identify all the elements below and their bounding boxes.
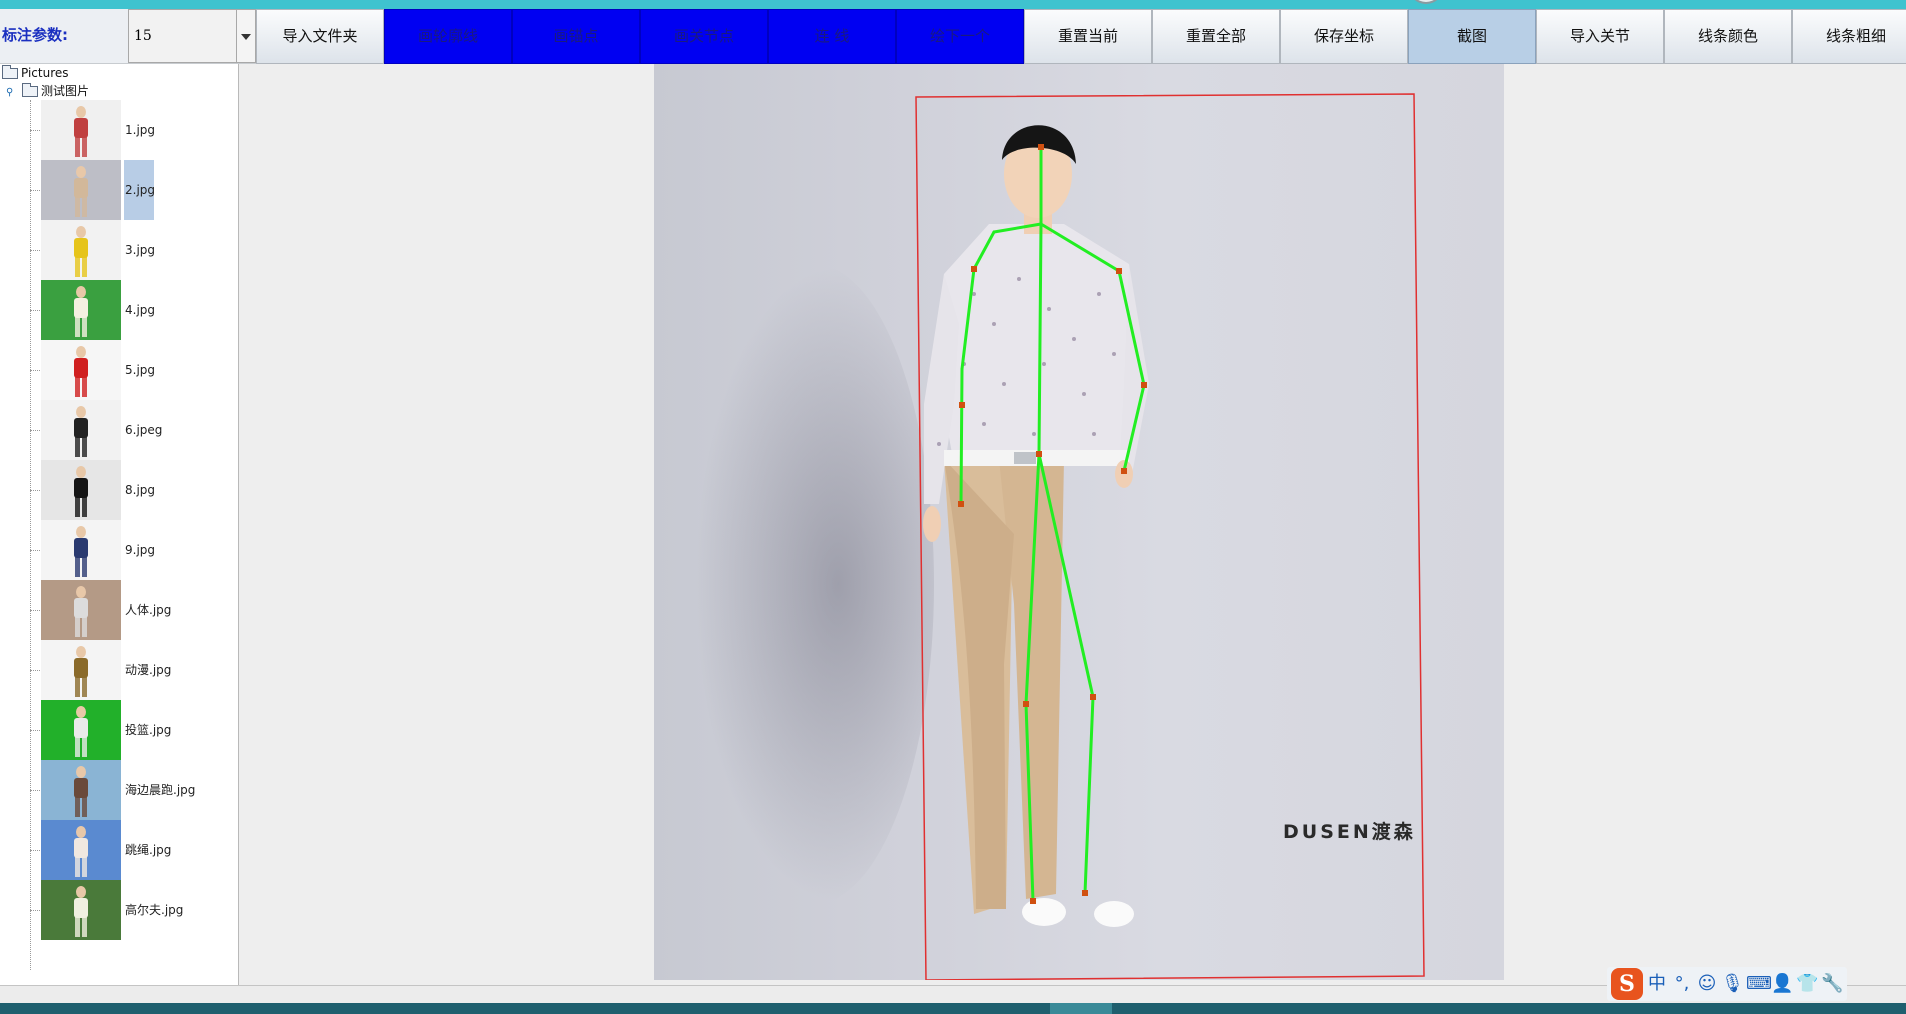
file-thumbnail[interactable] (41, 220, 121, 280)
file-item[interactable]: 3.jpg (30, 220, 230, 280)
connect-line-button[interactable]: 连 线 (768, 9, 896, 64)
annotation-canvas-area[interactable] (241, 64, 1906, 985)
punctuation-icon[interactable]: °, (1671, 972, 1693, 996)
chevron-down-icon (241, 34, 251, 40)
file-name[interactable]: 4.jpg (124, 302, 156, 319)
file-item[interactable]: 2.jpg (30, 160, 230, 220)
tree-root-pictures[interactable]: Pictures (2, 65, 69, 80)
file-name[interactable]: 8.jpg (124, 482, 156, 499)
taskbar-strip (0, 1003, 1906, 1014)
tree-toggle-icon[interactable]: ⚲ (6, 86, 16, 100)
tree-folder-test-images[interactable]: ⚲ 测试图片 (6, 83, 90, 100)
file-name[interactable]: 3.jpg (124, 242, 156, 259)
sogou-logo-icon[interactable]: S (1611, 968, 1643, 1000)
file-name[interactable]: 1.jpg (124, 122, 156, 139)
line-width-button[interactable]: 线条粗细 (1792, 9, 1906, 64)
draw-joint-button[interactable]: 画关节点 (640, 9, 768, 64)
file-thumbnail[interactable] (41, 460, 121, 520)
file-name[interactable]: 跳绳.jpg (124, 842, 172, 859)
file-item[interactable]: 4.jpg (30, 280, 230, 340)
user-icon[interactable]: 👤 (1771, 972, 1793, 996)
emoji-icon[interactable]: ☺ (1696, 972, 1718, 996)
file-thumbnail[interactable] (41, 280, 121, 340)
file-name[interactable]: 动漫.jpg (124, 662, 172, 679)
draw-contour-button[interactable]: 画轮廓线 (384, 9, 512, 64)
file-thumbnail[interactable] (41, 760, 121, 820)
toolbar: 标注参数: 15 导入文件夹 画轮廓线 画锚点 画关节点连 线绘下一个 重置当前 重置全部… (0, 9, 1906, 64)
file-thumbnail[interactable] (41, 520, 121, 580)
file-name[interactable]: 高尔夫.jpg (124, 902, 184, 919)
file-item[interactable]: 1.jpg (30, 100, 230, 160)
file-item[interactable]: 人体.jpg (30, 580, 230, 640)
draw-next-button[interactable]: 绘下一个 (896, 9, 1024, 64)
file-item[interactable]: 5.jpg (30, 340, 230, 400)
file-thumbnail[interactable] (41, 580, 121, 640)
file-thumbnail[interactable] (41, 880, 121, 940)
screenshot-button[interactable]: 截图 (1408, 9, 1536, 64)
chinese-mode-icon[interactable]: 中 (1646, 972, 1668, 996)
folder-icon (22, 83, 38, 97)
file-item[interactable]: 8.jpg (30, 460, 230, 520)
tree-folder-label: 测试图片 (41, 84, 90, 98)
file-thumbnail[interactable] (41, 700, 121, 760)
file-tree-panel[interactable]: Pictures ⚲ 测试图片 1.jpg 2.jpg 3.jpg 4.jpg 5.jpg… (0, 64, 239, 985)
file-item[interactable]: 9.jpg (30, 520, 230, 580)
param-input[interactable]: 15 (128, 9, 237, 63)
file-thumbnail[interactable] (41, 340, 121, 400)
import-joints-button[interactable]: 导入关节 (1536, 9, 1664, 64)
folder-icon (2, 65, 18, 79)
file-name[interactable]: 5.jpg (124, 362, 156, 379)
brand-watermark: DUSEN渡森 (1283, 821, 1416, 843)
reset-all-button[interactable]: 重置全部 (1152, 9, 1280, 64)
line-color-button[interactable]: 线条颜色 (1664, 9, 1792, 64)
file-item[interactable]: 6.jpeg (30, 400, 230, 460)
reset-current-button[interactable]: 重置当前 (1024, 9, 1152, 64)
import-folder-button[interactable]: 导入文件夹 (256, 9, 384, 64)
shirt-icon[interactable]: 👕 (1796, 972, 1818, 996)
title-bar (0, 0, 1906, 9)
ime-toolbar[interactable]: S 中 °, ☺ 🎙 ⌨ 👤 👕 🔧 (1607, 967, 1847, 1001)
file-name[interactable]: 人体.jpg (124, 602, 172, 619)
file-thumbnail[interactable] (41, 400, 121, 460)
file-item[interactable]: 跳绳.jpg (30, 820, 230, 880)
file-item[interactable]: 高尔夫.jpg (30, 880, 230, 940)
file-thumbnail[interactable] (41, 160, 121, 220)
file-item[interactable]: 投篮.jpg (30, 700, 230, 760)
microphone-icon[interactable]: 🎙 (1721, 972, 1744, 996)
file-name[interactable]: 投篮.jpg (124, 722, 172, 739)
draw-anchor-button[interactable]: 画锚点 (512, 9, 640, 64)
save-coords-button[interactable]: 保存坐标 (1280, 9, 1408, 64)
param-label: 标注参数: (2, 26, 68, 44)
file-name[interactable]: 9.jpg (124, 542, 156, 559)
file-thumbnail[interactable] (41, 100, 121, 160)
file-item[interactable]: 海边晨跑.jpg (30, 760, 230, 820)
wrench-icon[interactable]: 🔧 (1821, 972, 1843, 996)
file-item[interactable]: 动漫.jpg (30, 640, 230, 700)
param-dropdown-button[interactable] (237, 9, 256, 63)
keyboard-icon[interactable]: ⌨ (1746, 972, 1772, 996)
file-thumbnail[interactable] (41, 820, 121, 880)
file-name[interactable]: 6.jpeg (124, 422, 163, 439)
window-orb (1408, 0, 1444, 4)
file-name[interactable]: 2.jpg (124, 160, 155, 220)
tree-root-label: Pictures (21, 66, 69, 80)
file-thumbnail[interactable] (41, 640, 121, 700)
file-name[interactable]: 海边晨跑.jpg (124, 782, 196, 799)
